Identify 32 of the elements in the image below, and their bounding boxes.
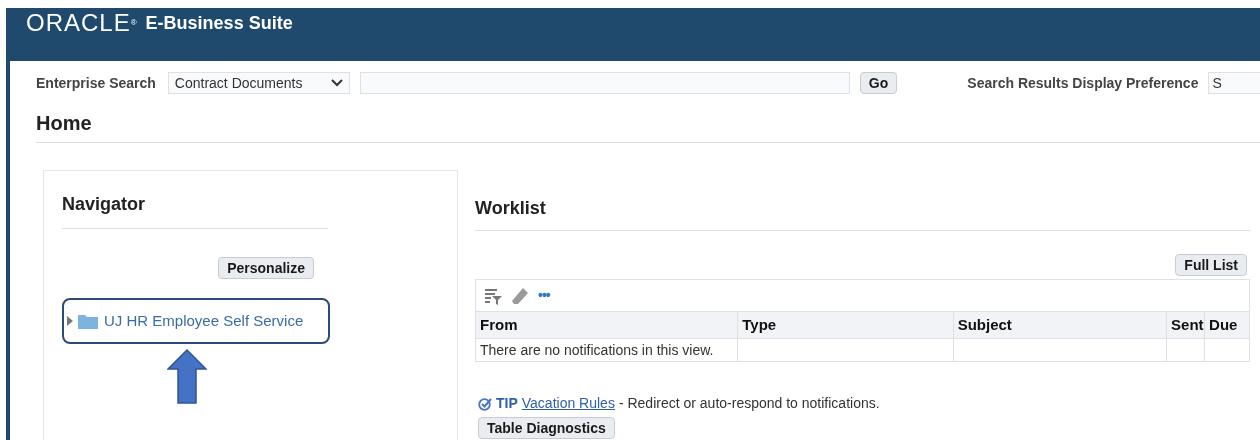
- logo: ORACLE®: [26, 12, 138, 34]
- check-circle-icon: [478, 396, 492, 411]
- worklist-title: Worklist: [475, 198, 546, 218]
- preference-label: Search Results Display Preference: [967, 73, 1199, 93]
- vacation-rules-link[interactable]: Vacation Rules: [521, 393, 615, 414]
- tree-item-link[interactable]: UJ HR Employee Self Service: [104, 309, 304, 333]
- go-button[interactable]: Go: [859, 72, 898, 94]
- filter-list-icon[interactable]: [484, 286, 502, 305]
- search-label: Enterprise Search: [36, 73, 156, 93]
- eraser-icon[interactable]: [510, 285, 530, 306]
- chevron-down-icon: [330, 79, 343, 87]
- column-header: Type: [737, 312, 953, 338]
- navigator-title: Navigator: [62, 194, 146, 214]
- table-cell-text: There are no notifications in this view.: [479, 341, 715, 360]
- column-header: Due: [1204, 312, 1249, 338]
- page-title: Home: [36, 105, 1260, 143]
- column-header: Subject: [952, 312, 1167, 338]
- table-diagnostics-button[interactable]: Table Diagnostics: [478, 417, 615, 439]
- full-list-button[interactable]: Full List: [1175, 254, 1247, 276]
- category-select[interactable]: Contract Documents: [167, 72, 350, 94]
- column-header: From: [479, 315, 519, 335]
- preference-select[interactable]: S: [1208, 72, 1260, 94]
- search-field[interactable]: [359, 72, 850, 94]
- folder-icon: [78, 313, 98, 329]
- up-arrow-annotation: [167, 349, 207, 404]
- product-name: E-Business Suite: [145, 12, 293, 34]
- expand-triangle-icon[interactable]: [66, 316, 74, 326]
- tip-label: TIP: [496, 394, 518, 413]
- more-actions[interactable]: •••: [538, 285, 550, 306]
- personalize-button[interactable]: Personalize: [218, 257, 314, 279]
- tip-text: - Redirect or auto-respond to notifications.: [618, 394, 880, 413]
- column-header: Sent: [1166, 312, 1205, 338]
